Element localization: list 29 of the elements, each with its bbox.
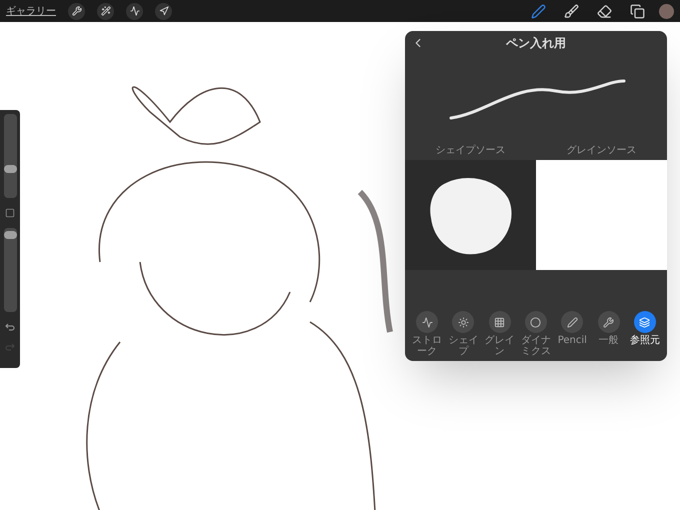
settings-tab[interactable]: 一般 [590, 311, 627, 357]
settings-tab[interactable]: グレイン [482, 311, 518, 357]
undo-icon[interactable] [5, 322, 15, 332]
opacity-slider[interactable] [4, 228, 16, 312]
smudge-icon[interactable] [564, 4, 579, 18]
magic-wand-icon[interactable] [97, 2, 114, 20]
settings-tab[interactable]: ストローク [409, 311, 445, 357]
layers-icon[interactable] [630, 4, 645, 18]
settings-tab[interactable]: 参照元 [626, 311, 663, 357]
modify-square-icon[interactable] [5, 208, 15, 218]
wrench-icon [603, 316, 614, 328]
wrench-icon[interactable] [68, 2, 85, 20]
slider-thumb[interactable] [4, 230, 16, 239]
panel-title: ペン入れ用 [506, 35, 566, 52]
brush-size-slider[interactable] [4, 114, 16, 198]
grain-source-label: グレインソース [566, 144, 638, 158]
gallery-link[interactable]: ギャラリー [6, 4, 56, 18]
layers-icon [639, 316, 650, 328]
slider-thumb[interactable] [4, 164, 16, 173]
settings-tab[interactable]: シェイプ [445, 311, 482, 357]
color-swatch[interactable] [659, 4, 674, 18]
settings-tab[interactable]: Pencil [554, 311, 590, 357]
pencil-icon [566, 316, 578, 328]
shape-source-label: シェイプソース [434, 144, 506, 158]
settings-tab[interactable]: ダイナミクス [518, 311, 554, 357]
wave-icon [422, 316, 432, 328]
brush-icon[interactable] [531, 4, 546, 18]
eraser-icon[interactable] [597, 4, 612, 18]
shape-source-preview[interactable] [405, 160, 536, 270]
